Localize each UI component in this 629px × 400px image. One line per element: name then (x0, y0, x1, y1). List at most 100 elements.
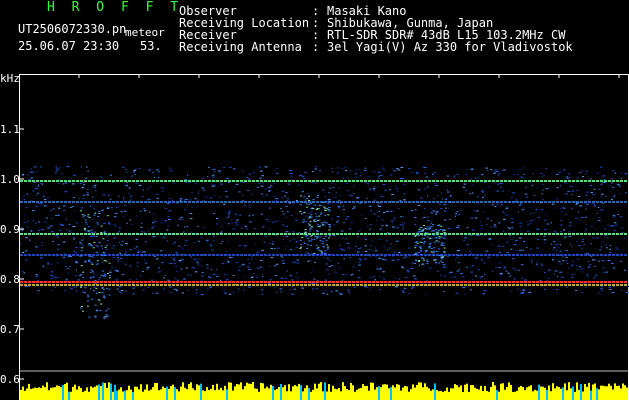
noise-pixel (360, 247, 362, 249)
noise-pixel (501, 246, 505, 247)
noise-pixel (155, 279, 156, 281)
noise-pixel (456, 214, 459, 216)
noise-pixel (175, 251, 178, 253)
noise-pixel (480, 225, 483, 227)
noise-pixel (513, 278, 516, 280)
noise-pixel (403, 287, 407, 289)
noise-pixel (358, 202, 362, 204)
noise-pixel (261, 175, 265, 177)
streak-pixel (325, 239, 328, 241)
noise-pixel (248, 173, 251, 175)
noise-pixel (463, 237, 467, 239)
noise-pixel (91, 276, 94, 278)
noise-pixel (540, 209, 544, 211)
noise-pixel (563, 229, 566, 231)
noise-pixel (600, 246, 602, 248)
noise-pixel (372, 188, 375, 190)
noise-pixel (95, 263, 98, 265)
noise-pixel (276, 220, 278, 222)
noise-pixel (248, 268, 252, 270)
streak-pixel (424, 232, 427, 234)
level-bar (202, 390, 204, 400)
noise-pixel (30, 177, 33, 179)
streak-pixel (104, 274, 107, 276)
noise-pixel (246, 177, 249, 178)
noise-pixel (103, 251, 105, 253)
noise-pixel (27, 174, 29, 176)
noise-pixel (510, 218, 514, 220)
noise-pixel (456, 257, 459, 259)
level-bar (138, 389, 140, 400)
noise-pixel (209, 286, 213, 288)
level-bar (588, 382, 590, 400)
noise-pixel (177, 224, 179, 226)
noise-pixel (231, 223, 233, 225)
streak-pixel (105, 245, 108, 247)
noise-pixel (169, 292, 173, 293)
noise-pixel (89, 288, 92, 290)
noise-pixel (456, 250, 460, 252)
noise-pixel (148, 211, 150, 213)
noise-pixel (187, 289, 190, 291)
level-bar (356, 389, 358, 400)
streak-pixel (324, 235, 327, 237)
noise-pixel (72, 286, 76, 288)
noise-pixel (475, 234, 479, 236)
noise-pixel (417, 205, 420, 206)
streak-pixel (310, 238, 313, 240)
noise-pixel (313, 278, 316, 280)
noise-pixel (539, 266, 541, 268)
noise-pixel (284, 277, 288, 279)
noise-pixel (64, 289, 67, 291)
noise-pixel (613, 196, 615, 198)
level-bar (126, 390, 128, 400)
streak-pixel (440, 225, 443, 227)
noise-pixel (393, 217, 396, 219)
noise-pixel (379, 228, 382, 230)
noise-pixel (453, 276, 456, 278)
noise-pixel (42, 195, 45, 197)
streak-pixel (419, 227, 422, 229)
streak-pixel (417, 252, 420, 253)
level-bar (106, 387, 108, 400)
noise-pixel (492, 270, 494, 272)
streak-pixel (313, 235, 316, 237)
noise-pixel (377, 216, 380, 218)
streak-pixel (327, 214, 330, 216)
noise-pixel (291, 286, 293, 288)
noise-pixel (598, 292, 601, 294)
noise-pixel (434, 263, 438, 265)
noise-pixel (301, 286, 303, 288)
noise-pixel (494, 226, 497, 228)
streak-pixel (440, 244, 443, 246)
level-bar (578, 389, 580, 400)
noise-pixel (25, 207, 28, 209)
streak-pixel (316, 230, 319, 232)
streak-pixel (433, 250, 435, 252)
noise-pixel (307, 223, 310, 225)
level-bar (48, 390, 50, 400)
noise-pixel (491, 244, 494, 246)
level-bar (532, 391, 534, 400)
noise-pixel (133, 170, 136, 172)
level-bar (164, 388, 166, 400)
streak-pixel (326, 244, 329, 246)
noise-pixel (337, 205, 340, 207)
noise-pixel (108, 194, 110, 196)
streak-pixel (312, 198, 315, 200)
noise-pixel (75, 290, 78, 292)
level-bar (222, 390, 224, 400)
noise-pixel (37, 184, 39, 186)
noise-pixel (454, 214, 457, 216)
level-bar (244, 386, 246, 400)
noise-pixel (435, 213, 438, 215)
level-bar (240, 382, 242, 400)
noise-pixel (261, 214, 263, 215)
noise-pixel (166, 240, 169, 242)
noise-pixel (445, 266, 448, 268)
noise-pixel (235, 261, 239, 263)
streak-pixel (90, 245, 93, 247)
noise-pixel (565, 250, 568, 252)
level-bar (100, 386, 102, 400)
y-unit-label: kHz (0, 72, 20, 85)
